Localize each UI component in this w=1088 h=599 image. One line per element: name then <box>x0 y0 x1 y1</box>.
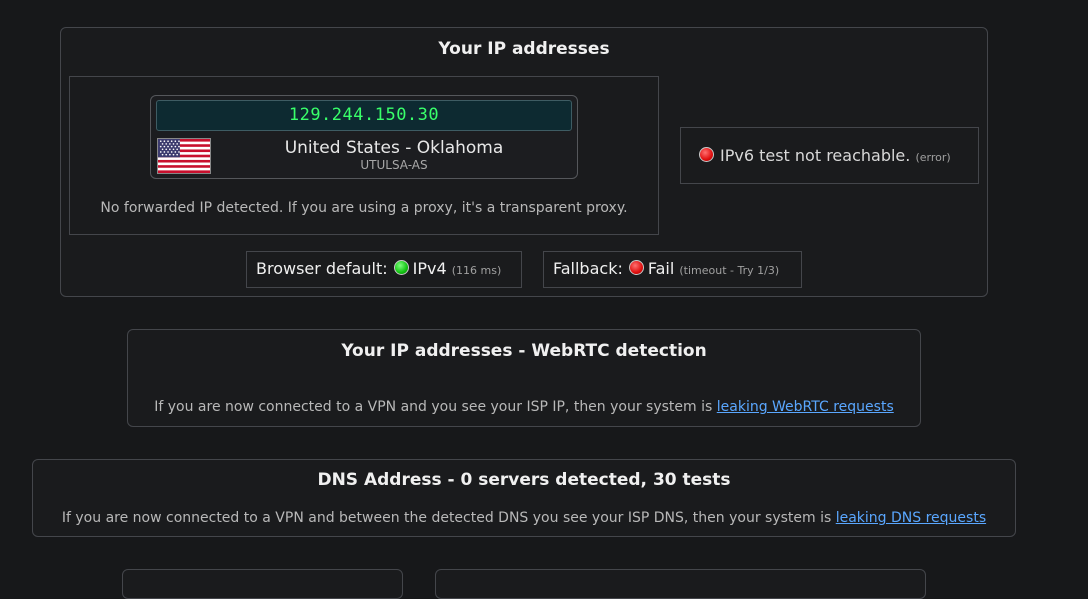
fallback-label: Fallback: <box>553 259 623 278</box>
green-status-icon <box>393 260 409 275</box>
dns-description: If you are now connected to a VPN and be… <box>33 510 1015 526</box>
country-label: United States - Oklahoma <box>284 138 504 158</box>
ipv6-status-box: IPv6 test not reachable. (error) <box>680 127 979 184</box>
fallback-note: (timeout - Try 1/3) <box>679 264 780 277</box>
top-cutoff-text <box>0 0 1088 2</box>
webrtc-panel: Your IP addresses - WebRTC detection If … <box>127 329 921 427</box>
ip-addresses-title: Your IP addresses <box>438 39 610 59</box>
dns-description-text: If you are now connected to a VPN and be… <box>61 510 836 526</box>
ipv6-status-text: IPv6 test not reachable. <box>720 146 911 165</box>
browser-default-value: IPv4 <box>412 259 447 278</box>
bottom-right-panel <box>435 569 926 599</box>
ip-address-display[interactable]: 129.244.150.30 <box>156 100 572 131</box>
fallback-value: Fail <box>647 259 675 278</box>
ipv6-status-note: (error) <box>915 151 951 164</box>
browser-default-label: Browser default: <box>256 259 388 278</box>
red-status-icon <box>628 260 644 275</box>
forwarded-ip-message: No forwarded IP detected. If you are usi… <box>100 200 628 216</box>
webrtc-description: If you are now connected to a VPN and yo… <box>128 399 920 415</box>
webrtc-description-text: If you are now connected to a VPN and yo… <box>154 399 717 415</box>
isp-label: UTULSA-AS <box>360 158 428 172</box>
dns-leak-link[interactable]: leaking DNS requests <box>836 510 986 526</box>
browser-default-latency: (116 ms) <box>451 264 502 277</box>
browser-default-pill: Browser default: IPv4 (116 ms) <box>246 251 522 288</box>
dns-panel: DNS Address - 0 servers detected, 30 tes… <box>32 459 1016 537</box>
dns-title: DNS Address - 0 servers detected, 30 tes… <box>317 470 731 490</box>
bottom-left-panel <box>122 569 403 599</box>
us-flag-icon <box>157 138 211 174</box>
webrtc-leak-link[interactable]: leaking WebRTC requests <box>717 399 894 415</box>
fallback-pill: Fallback: Fail (timeout - Try 1/3) <box>543 251 802 288</box>
ip-addresses-panel: Your IP addresses 129.244.150.30 United … <box>60 27 988 297</box>
webrtc-title: Your IP addresses - WebRTC detection <box>341 341 707 361</box>
red-status-icon <box>699 147 714 162</box>
ip-card: 129.244.150.30 United States - Oklahoma … <box>150 95 578 179</box>
ip-info-box: 129.244.150.30 United States - Oklahoma … <box>69 76 659 235</box>
